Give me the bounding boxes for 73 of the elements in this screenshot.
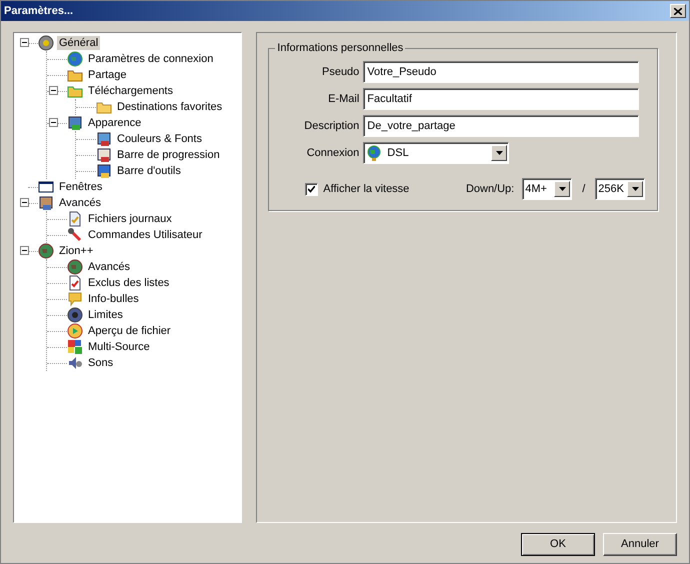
dropdown-button[interactable]: [554, 181, 570, 197]
tree-item[interactable]: Téléchargements: [86, 84, 175, 98]
collapse-toggle[interactable]: [20, 38, 29, 47]
tree-item[interactable]: Barre de progression: [115, 148, 222, 162]
text-field[interactable]: Votre_Pseudo: [363, 61, 640, 83]
tree-item[interactable]: Fenêtres: [57, 180, 104, 194]
text-field[interactable]: De_votre_partage: [363, 115, 640, 137]
text-field[interactable]: Facultatif: [363, 88, 640, 110]
tree-item[interactable]: Apparence: [86, 116, 144, 130]
tree-item[interactable]: Barre d'outils: [115, 164, 183, 178]
collapse-toggle[interactable]: [49, 86, 58, 95]
tree-item[interactable]: Destinations favorites: [115, 100, 224, 114]
tree-item[interactable]: Sons: [86, 356, 116, 370]
tree-item[interactable]: Limites: [86, 308, 125, 322]
dropdown[interactable]: 256K: [595, 178, 646, 200]
dropdown-button[interactable]: [491, 145, 508, 161]
tree-item[interactable]: Fichiers journaux: [86, 212, 174, 226]
window-title: Paramètres...: [4, 4, 74, 19]
field-label: E-Mail: [327, 92, 360, 107]
field-label: Connexion: [306, 146, 360, 161]
wrench-icon: [67, 227, 83, 243]
tree-item[interactable]: Avancés: [86, 260, 132, 274]
monitor-icon: [96, 131, 112, 147]
play-icon: [67, 323, 83, 339]
caret-icon: [632, 187, 639, 191]
document-icon: [67, 211, 83, 227]
field-label: Down/Up:: [464, 182, 516, 197]
dialog-button[interactable]: OK: [521, 533, 595, 556]
dropdown[interactable]: DSL: [363, 142, 510, 164]
collapse-toggle[interactable]: [20, 198, 29, 207]
tree-item[interactable]: Commandes Utilisateur: [86, 228, 204, 242]
field-label: Description: [303, 118, 360, 134]
tree-item[interactable]: Exclus des listes: [86, 276, 172, 290]
field-label: Afficher la vitesse: [323, 182, 410, 197]
document-icon: [67, 275, 83, 291]
tree-item[interactable]: Couleurs & Fonts: [115, 132, 204, 146]
ball-icon: [67, 259, 83, 275]
dropdown[interactable]: 4M+: [522, 178, 572, 200]
check-icon: [308, 186, 316, 192]
tree-item[interactable]: Paramètres de connexion: [86, 52, 216, 66]
globe-icon: [366, 145, 382, 161]
tree-item[interactable]: Zion++: [57, 244, 96, 258]
collapse-toggle[interactable]: [20, 246, 29, 255]
caret-icon: [496, 151, 503, 155]
dialog-button[interactable]: Annuler: [603, 533, 677, 556]
field-label: Pseudo: [320, 64, 360, 80]
dropdown-value: DSL: [387, 146, 409, 161]
dropdown-button[interactable]: [627, 181, 644, 197]
gear-icon: [38, 35, 54, 51]
tree-item[interactable]: Général: [57, 36, 100, 50]
ball-icon: [38, 243, 54, 259]
speech-bubble-icon: [67, 291, 83, 307]
tree-item[interactable]: Info-bulles: [86, 292, 141, 306]
dropdown-value: 256K: [598, 182, 624, 197]
caret-icon: [558, 187, 566, 191]
tree-item[interactable]: Aperçu de fichier: [86, 324, 173, 338]
field-label: /: [582, 182, 586, 197]
tree-item[interactable]: Avancés: [57, 196, 103, 210]
tree-item[interactable]: Multi-Source: [86, 340, 152, 354]
checkbox[interactable]: [305, 182, 318, 196]
box-icon: [38, 195, 54, 211]
monitor-icon: [67, 115, 83, 131]
gear-icon: [67, 307, 83, 323]
collapse-toggle[interactable]: [49, 118, 58, 127]
group-title: Informations personnelles: [275, 42, 406, 55]
close-button[interactable]: [670, 4, 686, 18]
blocks-icon: [67, 339, 83, 355]
close-icon: [674, 8, 682, 14]
speaker-icon: [67, 355, 83, 371]
dropdown-value: 4M+: [525, 182, 547, 197]
window-icon: [38, 179, 54, 195]
globe-icon: [67, 51, 83, 67]
tree-item[interactable]: Partage: [86, 68, 129, 82]
